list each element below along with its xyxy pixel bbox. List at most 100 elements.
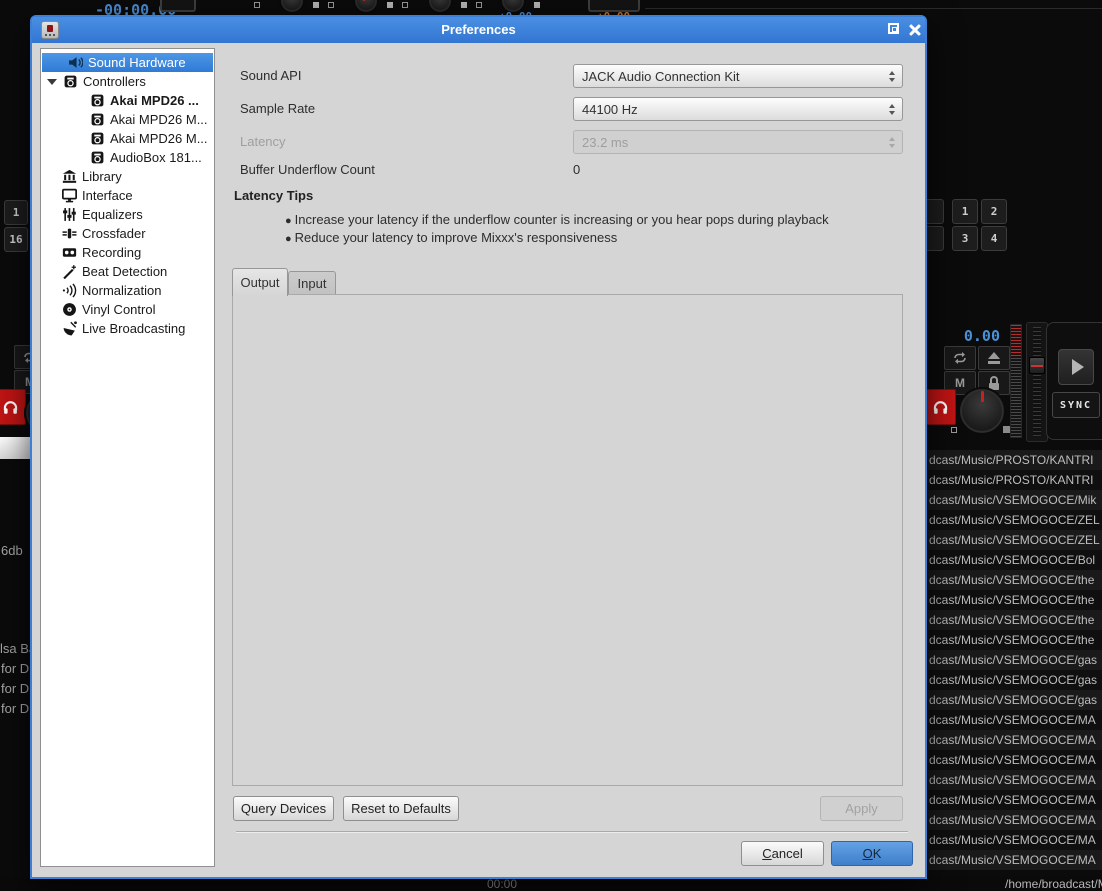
sidebar-item-controller-akai-1[interactable]: Akai MPD26 ...: [42, 91, 213, 110]
track-row[interactable]: dcast/Music/VSEMOGOCE/gas: [928, 690, 1102, 710]
track-row[interactable]: dcast/Music/VSEMOGOCE/MA: [928, 750, 1102, 770]
track-row[interactable]: dcast/Music/VSEMOGOCE/MA: [928, 850, 1102, 870]
sidebar-item-equalizers[interactable]: Equalizers: [42, 205, 213, 224]
track-row[interactable]: dcast/Music/VSEMOGOCE/MA: [928, 810, 1102, 830]
sound-api-label: Sound API: [240, 64, 301, 88]
hotcue-2-button[interactable]: 2: [981, 199, 1007, 224]
sidebar-item-controllers[interactable]: Controllers: [42, 72, 213, 91]
buffer-underflow-value: 0: [573, 158, 580, 182]
bullet-icon: ●: [285, 233, 292, 245]
ok-button[interactable]: OK: [831, 841, 913, 866]
sidebar-item-library[interactable]: Library: [42, 167, 213, 186]
track-row[interactable]: dcast/Music/VSEMOGOCE/the: [928, 630, 1102, 650]
track-row[interactable]: dcast/Music/VSEMOGOCE/MA: [928, 710, 1102, 730]
pitch-fader[interactable]: [1026, 322, 1048, 442]
equalizer-icon: [62, 207, 77, 222]
tab-output[interactable]: Output: [232, 268, 288, 296]
sidebar-item-beat-detection[interactable]: Beat Detection: [42, 262, 213, 281]
controller-icon: [90, 112, 105, 127]
dialog-separator: [236, 831, 908, 833]
sidebar-item-controller-akai-2[interactable]: Akai MPD26 M...: [42, 110, 213, 129]
dialog-titlebar[interactable]: Preferences: [32, 17, 925, 43]
controller-icon: [90, 150, 105, 165]
track-row[interactable]: dcast/Music/PROSTO/KANTRI: [928, 470, 1102, 490]
sidebar-item-sound-hardware[interactable]: Sound Hardware: [42, 53, 213, 72]
latency-tip: ●Increase your latency if the underflow …: [285, 212, 829, 227]
query-devices-button[interactable]: Query Devices: [233, 796, 334, 821]
play-button[interactable]: [1058, 349, 1094, 385]
knob-max-marker: [534, 2, 540, 8]
monitor-icon: [62, 188, 77, 203]
sidebar-item-crossfader[interactable]: Crossfader: [42, 224, 213, 243]
eq-knob[interactable]: [279, 0, 305, 14]
status-file-path: /home/broadcast/Music/VSEMOGOCE/MA: [1005, 877, 1102, 891]
track-row[interactable]: dcast/Music/VSEMOGOCE/ZEL: [928, 530, 1102, 550]
knob-max-marker: [313, 2, 319, 8]
eq-knob[interactable]: [427, 0, 453, 14]
headphone-cue-button-left[interactable]: [0, 389, 26, 425]
pitch-fader-handle[interactable]: [1029, 357, 1045, 374]
buffer-underflow-label: Buffer Underflow Count: [240, 158, 375, 182]
spinner-arrows-icon: [889, 98, 895, 120]
track-row[interactable]: dcast/Music/VSEMOGOCE/gas: [928, 650, 1102, 670]
hotcue-3-button[interactable]: 3: [952, 226, 978, 251]
track-row[interactable]: dcast/Music/VSEMOGOCE/MA: [928, 730, 1102, 750]
knob-min-marker: [402, 2, 408, 8]
list-fragment: for D: [1, 681, 29, 696]
repeat-button[interactable]: [944, 346, 976, 370]
sound-api-select[interactable]: JACK Audio Connection Kit: [573, 64, 903, 88]
mixxx-main-window: -00:00.00 +0.00 +0.00 1 16 M 6db lsa Ba …: [0, 0, 1102, 891]
status-time: 00:00: [487, 877, 517, 891]
apply-button: Apply: [820, 796, 903, 821]
preferences-dialog: Preferences Sound Hardware Controllers A…: [30, 15, 927, 879]
gain-knob[interactable]: [958, 387, 1006, 435]
track-row[interactable]: dcast/Music/VSEMOGOCE/MA: [928, 770, 1102, 790]
track-row[interactable]: dcast/Music/VSEMOGOCE/Mik: [928, 490, 1102, 510]
hotcue-1-button[interactable]: 1: [952, 199, 978, 224]
maximize-icon[interactable]: [888, 23, 899, 34]
close-icon[interactable]: [908, 23, 922, 37]
sidebar-item-live-broadcasting[interactable]: Live Broadcasting: [42, 319, 213, 338]
sidebar-item-normalization[interactable]: Normalization: [42, 281, 213, 300]
selected-row-fragment: [0, 437, 33, 459]
dialog-title: Preferences: [32, 17, 925, 43]
track-row[interactable]: dcast/Music/VSEMOGOCE/the: [928, 570, 1102, 590]
sidebar-item-interface[interactable]: Interface: [42, 186, 213, 205]
track-row[interactable]: dcast/Music/PROSTO/KANTRI: [928, 450, 1102, 470]
sample-rate-select[interactable]: 44100 Hz: [573, 97, 903, 121]
beatloop-1-button[interactable]: 1: [4, 200, 28, 225]
status-bar: 00:00 /home/broadcast/Music/VSEMOGOCE/MA: [0, 877, 1102, 891]
hotcue-4-button[interactable]: 4: [981, 226, 1007, 251]
track-row[interactable]: dcast/Music/VSEMOGOCE/MA: [928, 830, 1102, 850]
deck-mode-button[interactable]: [160, 0, 196, 12]
output-panel: [232, 294, 903, 786]
track-row[interactable]: dcast/Music/VSEMOGOCE/the: [928, 610, 1102, 630]
beatloop-16-button[interactable]: 16: [4, 227, 28, 252]
headphone-cue-button[interactable]: [924, 389, 956, 425]
track-row[interactable]: dcast/Music/VSEMOGOCE/gas: [928, 670, 1102, 690]
sidebar-item-controller-akai-3[interactable]: Akai MPD26 M...: [42, 129, 213, 148]
list-fragment: 6db: [1, 543, 23, 558]
preferences-nav-tree: Sound Hardware Controllers Akai MPD26 ..…: [40, 48, 215, 867]
sync-button[interactable]: SYNC: [1052, 392, 1100, 418]
tab-input[interactable]: Input: [288, 271, 336, 295]
eq-knob[interactable]: [353, 0, 379, 14]
sidebar-item-controller-audiobox[interactable]: AudioBox 181...: [42, 148, 213, 167]
cancel-button[interactable]: Cancel: [741, 841, 824, 866]
sidebar-item-recording[interactable]: Recording: [42, 243, 213, 262]
track-row[interactable]: dcast/Music/VSEMOGOCE/the: [928, 590, 1102, 610]
spinner-arrows-icon: [889, 65, 895, 87]
track-row[interactable]: dcast/Music/VSEMOGOCE/MA: [928, 790, 1102, 810]
expand-arrow-icon[interactable]: [47, 79, 57, 85]
headphone-icon: [932, 399, 949, 415]
reset-to-defaults-button[interactable]: Reset to Defaults: [343, 796, 459, 821]
vu-meter: [1010, 324, 1022, 438]
sidebar-item-vinyl-control[interactable]: Vinyl Control: [42, 300, 213, 319]
knob-min-marker: [254, 2, 260, 8]
spinner-arrows-icon: [889, 131, 895, 153]
latency-tip: ●Reduce your latency to improve Mixxx's …: [285, 230, 617, 245]
track-row[interactable]: dcast/Music/VSEMOGOCE/ZEL: [928, 510, 1102, 530]
eject-button[interactable]: [978, 346, 1010, 370]
bullet-icon: ●: [285, 215, 292, 227]
track-row[interactable]: dcast/Music/VSEMOGOCE/Bol: [928, 550, 1102, 570]
